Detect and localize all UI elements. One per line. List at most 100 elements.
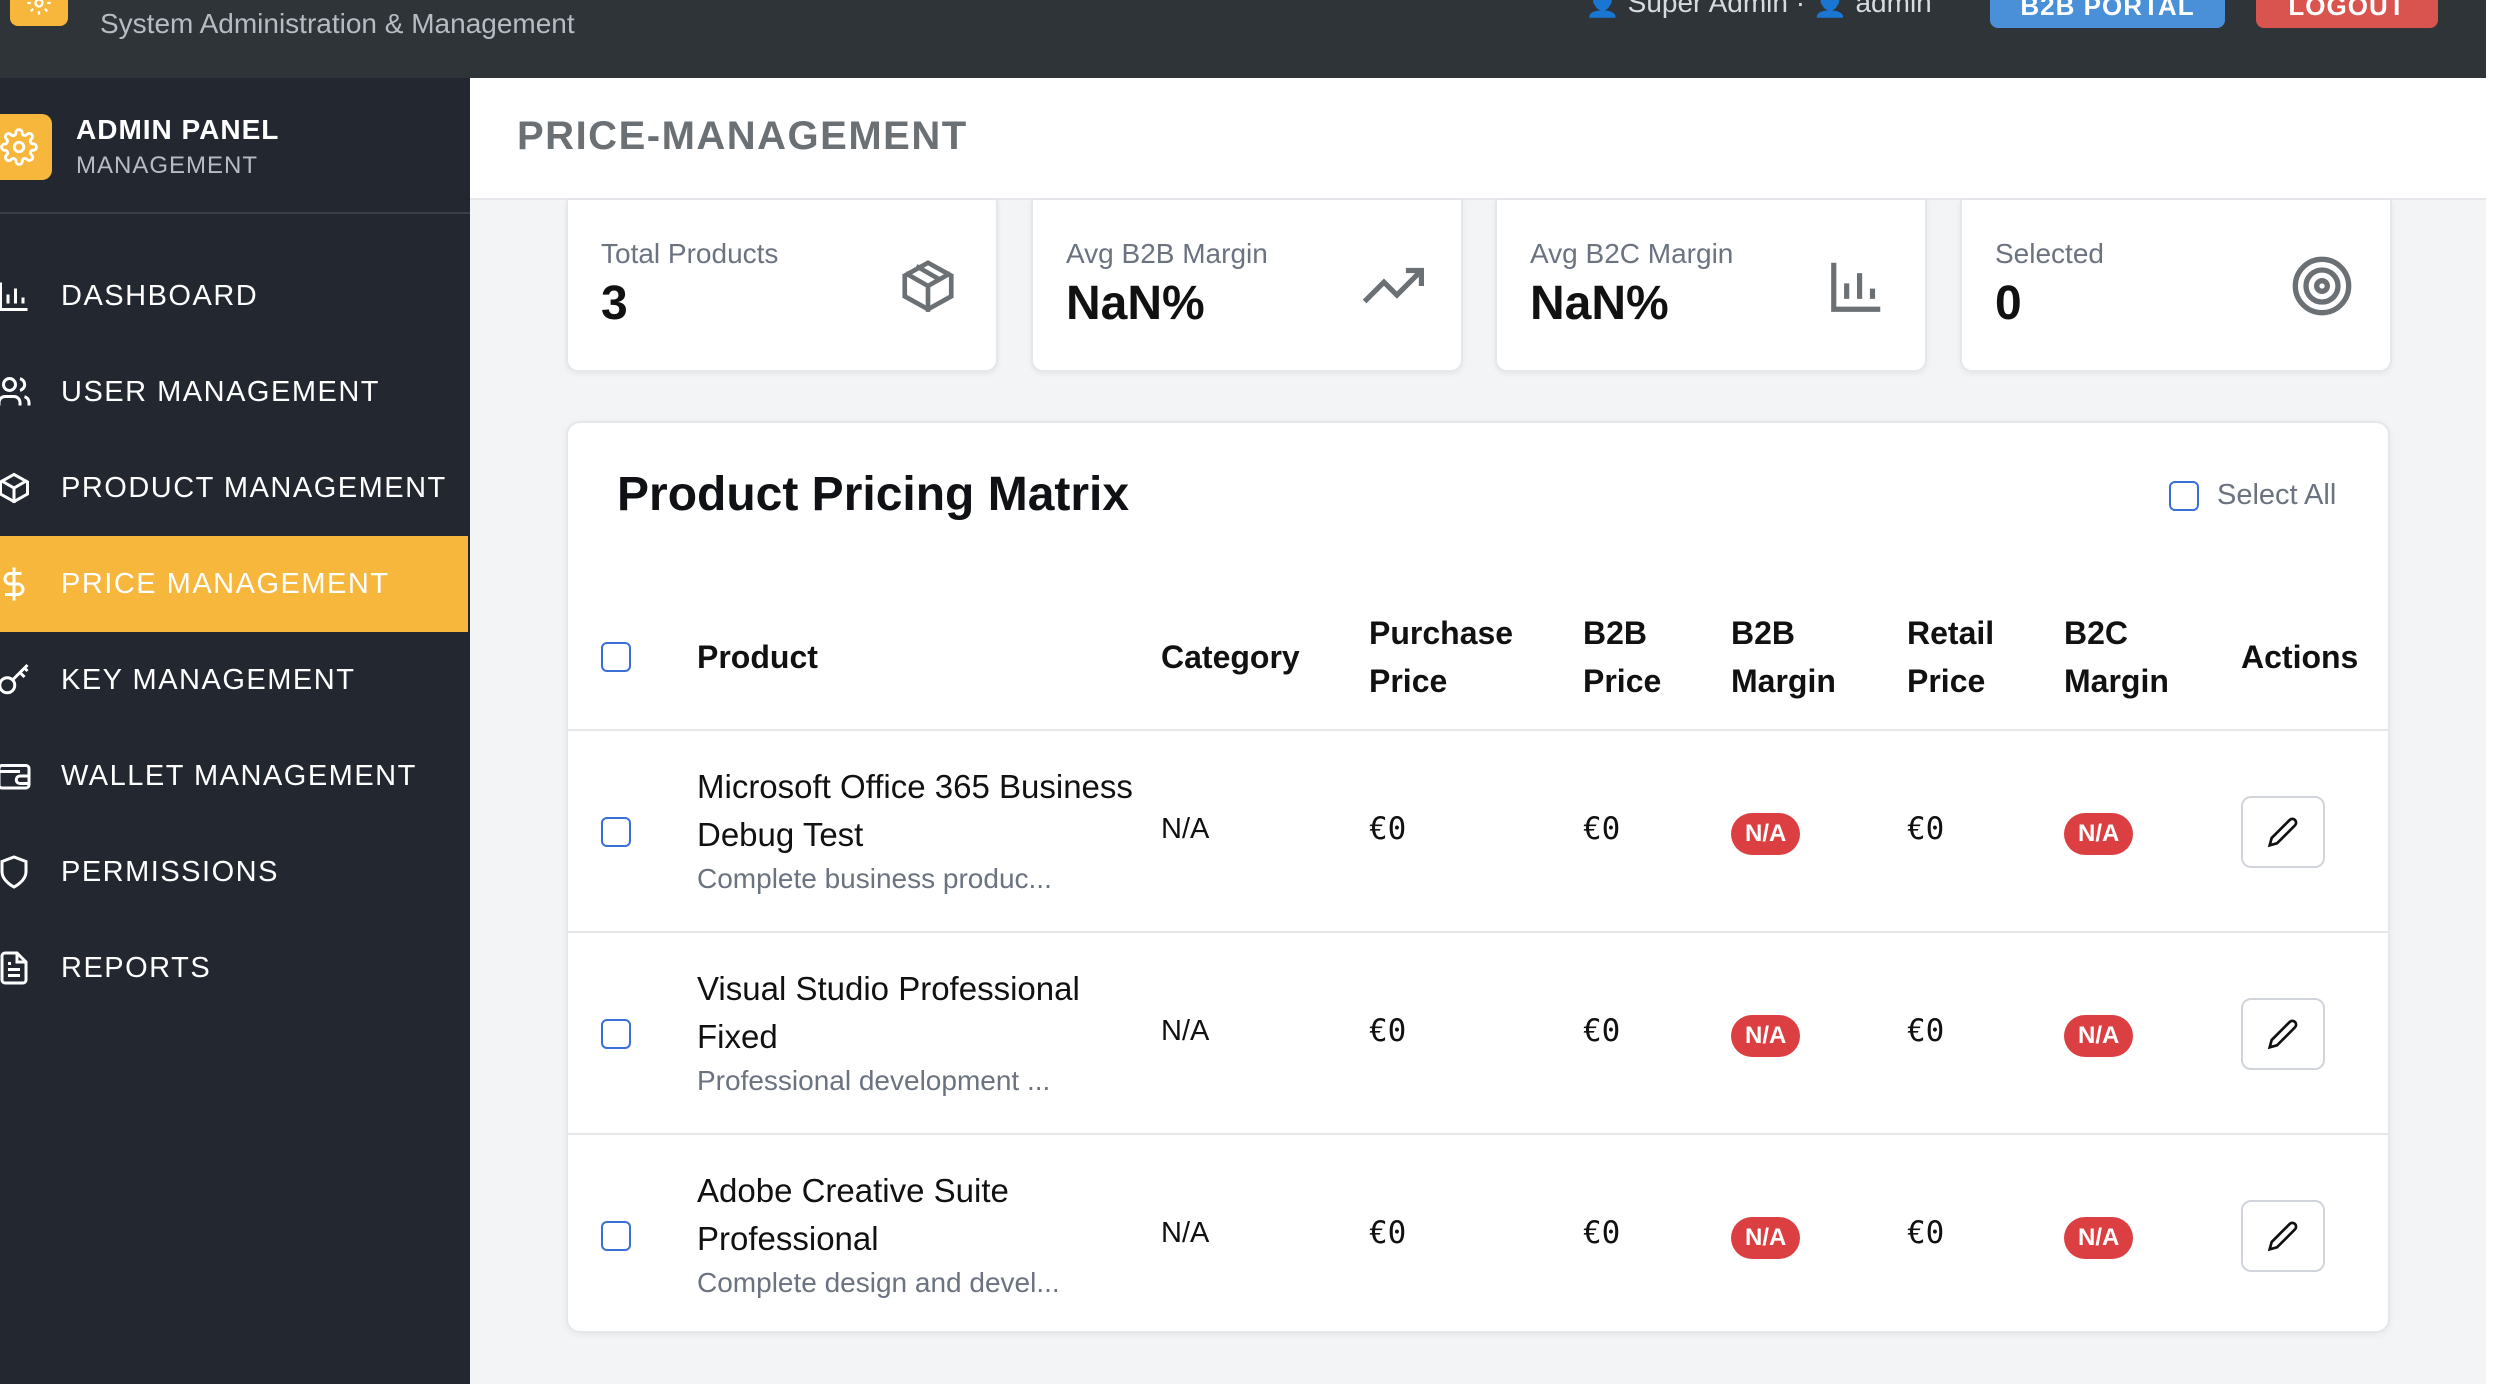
gear-icon — [0, 114, 52, 180]
stat-value: NaN% — [1066, 277, 1205, 330]
stat-label: Total Products — [601, 238, 779, 269]
sidebar: ADMIN PANEL MANAGEMENT DASHBOARD USER MA… — [0, 78, 470, 1384]
purchase-price: €0 — [1369, 1013, 1407, 1049]
header-select-checkbox[interactable] — [601, 642, 631, 672]
brand-subtitle: MANAGEMENT — [76, 152, 259, 179]
column-header-line: Margin — [1731, 663, 1836, 699]
file-text-icon — [0, 946, 36, 990]
edit-button[interactable] — [2241, 1200, 2325, 1272]
b2c-margin-badge: N/A — [2064, 813, 2134, 855]
page-header: PRICE-MANAGEMENT — [470, 78, 2486, 200]
product-description: Complete business produc... — [697, 863, 1052, 894]
stat-value: 3 — [601, 277, 628, 330]
retail-price: €0 — [1907, 1013, 1945, 1049]
brand-title: ADMIN PANEL — [76, 114, 280, 145]
stat-card-selected: Selected 0 — [1960, 200, 2392, 372]
pencil-icon — [2267, 1019, 2298, 1050]
column-header-line: B2C — [2064, 615, 2129, 651]
b2c-margin-badge: N/A — [2064, 1217, 2134, 1259]
product-category: N/A — [1161, 1015, 1210, 1047]
select-all-checkbox[interactable] — [2169, 480, 2199, 511]
column-header-b2b-price: B2B Price — [1583, 609, 1661, 705]
b2b-price: €0 — [1583, 1215, 1621, 1251]
row-select-checkbox[interactable] — [601, 1221, 631, 1251]
sidebar-item-label: WALLET MANAGEMENT — [61, 759, 417, 792]
product-description: Professional development ... — [697, 1065, 1051, 1096]
sidebar-item-product-management[interactable]: PRODUCT MANAGEMENT — [0, 440, 468, 536]
sidebar-item-dashboard[interactable]: DASHBOARD — [0, 248, 468, 344]
sidebar-item-label: KEY MANAGEMENT — [61, 663, 356, 696]
b2c-margin-badge: N/A — [2064, 1015, 2134, 1057]
product-description: Complete design and devel... — [697, 1267, 1060, 1298]
stat-card-total-products: Total Products 3 — [566, 200, 998, 372]
column-header-line: B2B — [1731, 615, 1796, 651]
sidebar-item-label: PERMISSIONS — [61, 855, 279, 888]
sidebar-item-price-management[interactable]: PRICE MANAGEMENT — [0, 536, 468, 632]
table-row: Visual Studio Professional Fixed Profess… — [568, 933, 2388, 1135]
purchase-price: €0 — [1369, 1215, 1407, 1251]
b2b-price: €0 — [1583, 1013, 1621, 1049]
page-title: PRICE-MANAGEMENT — [517, 114, 968, 158]
sidebar-item-key-management[interactable]: KEY MANAGEMENT — [0, 632, 468, 728]
pencil-icon — [2267, 817, 2298, 848]
top-header: System Administration & Management 👤 Sup… — [0, 0, 2502, 78]
sidebar-item-label: USER MANAGEMENT — [61, 375, 380, 408]
stat-card-avg-b2c-margin: Avg B2C Margin NaN% — [1495, 200, 1927, 372]
logout-button[interactable]: LOGOUT — [2256, 0, 2438, 28]
column-header-line: Margin — [2064, 663, 2169, 699]
sidebar-item-user-management[interactable]: USER MANAGEMENT — [0, 344, 468, 440]
stat-label: Avg B2B Margin — [1066, 238, 1268, 269]
table-row: Microsoft Office 365 Business Debug Test… — [568, 731, 2388, 933]
window-edge — [2486, 0, 2502, 1384]
column-header-actions: Actions — [2241, 639, 2359, 675]
portal-button[interactable]: B2B PORTAL — [1990, 0, 2225, 28]
stat-label: Avg B2C Margin — [1530, 238, 1734, 269]
b2b-margin-badge: N/A — [1731, 1217, 1801, 1259]
b2b-margin-badge: N/A — [1731, 813, 1801, 855]
stat-value: 0 — [1995, 277, 2022, 330]
user-info: 👤 Super Admin · 👤 admin — [1585, 0, 1932, 18]
column-header-line: Retail — [1907, 615, 1995, 651]
purchase-price: €0 — [1369, 811, 1407, 847]
product-name: Visual Studio Professional Fixed — [697, 970, 1080, 1055]
b2b-price: €0 — [1583, 811, 1621, 847]
box-icon — [0, 466, 36, 510]
bar-chart-icon — [0, 274, 36, 318]
column-header-b2c-margin: B2C Margin — [2064, 609, 2169, 705]
column-header-line: B2B — [1583, 615, 1648, 651]
trending-up-icon — [1359, 252, 1427, 320]
column-header-purchase-price: Purchase Price — [1369, 609, 1513, 705]
column-header-line: Price — [1369, 663, 1448, 699]
sidebar-item-wallet-management[interactable]: WALLET MANAGEMENT — [0, 728, 468, 824]
sidebar-item-label: PRICE MANAGEMENT — [61, 567, 390, 600]
sidebar-item-label: DASHBOARD — [61, 279, 259, 312]
key-icon — [0, 658, 36, 702]
sidebar-item-label: REPORTS — [61, 951, 212, 984]
select-all-label: Select All — [2217, 479, 2337, 511]
header-subtitle: System Administration & Management — [100, 8, 575, 39]
sidebar-item-reports[interactable]: REPORTS — [0, 920, 468, 1016]
product-name: Adobe Creative Suite Professional — [697, 1172, 1009, 1257]
row-select-checkbox[interactable] — [601, 817, 631, 847]
pencil-icon — [2267, 1221, 2298, 1252]
pricing-matrix-card: Product Pricing Matrix Select All Produc… — [566, 421, 2390, 1333]
select-all-control[interactable]: Select All — [2169, 479, 2336, 512]
box-icon — [894, 252, 962, 320]
column-header-line: Purchase — [1369, 615, 1514, 651]
shield-icon — [0, 850, 36, 894]
edit-button[interactable] — [2241, 998, 2325, 1070]
target-icon — [2288, 252, 2356, 320]
sidebar-brand: ADMIN PANEL MANAGEMENT — [0, 78, 470, 214]
users-icon — [0, 370, 36, 414]
stat-value: NaN% — [1530, 277, 1669, 330]
table-title: Product Pricing Matrix — [617, 468, 1130, 521]
sidebar-item-permissions[interactable]: PERMISSIONS — [0, 824, 468, 920]
row-select-checkbox[interactable] — [601, 1019, 631, 1049]
product-category: N/A — [1161, 1217, 1210, 1249]
retail-price: €0 — [1907, 1215, 1945, 1251]
product-category: N/A — [1161, 813, 1210, 845]
sidebar-item-label: PRODUCT MANAGEMENT — [61, 471, 447, 504]
table-header: Product Category Purchase Price B2B Pric… — [568, 583, 2388, 731]
edit-button[interactable] — [2241, 796, 2325, 868]
stat-card-avg-b2b-margin: Avg B2B Margin NaN% — [1031, 200, 1463, 372]
